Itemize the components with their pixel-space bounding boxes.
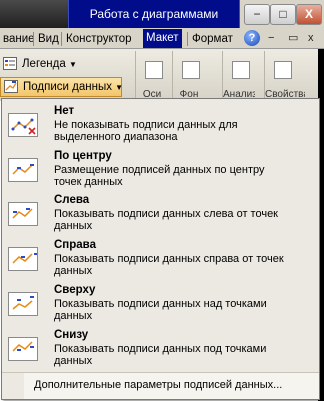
- data-labels-label: Подписи данных: [23, 81, 112, 93]
- ribbon-close-icon[interactable]: x: [308, 30, 314, 46]
- center-labels-icon: [8, 158, 38, 182]
- ribbon-minimize-icon[interactable]: −: [268, 30, 274, 46]
- menu-item-title: Справа: [54, 239, 96, 251]
- background-button[interactable]: Фон: [172, 51, 205, 101]
- help-icon[interactable]: ?: [244, 30, 260, 46]
- maximize-button[interactable]: □: [270, 4, 296, 25]
- analysis-icon: [232, 61, 250, 79]
- analysis-button[interactable]: Анализ: [222, 51, 255, 101]
- properties-icon: [274, 61, 292, 79]
- properties-button[interactable]: Свойства: [264, 51, 305, 101]
- ribbon-restore-icon[interactable]: ▭: [288, 30, 298, 46]
- menu-item-above[interactable]: Сверху Показывать подписи данных над точ…: [2, 280, 319, 324]
- right-labels-icon: [8, 247, 38, 271]
- left-labels-icon: [8, 202, 38, 226]
- menu-item-center[interactable]: По центру Размещение подписей данных по …: [2, 146, 319, 190]
- chart-tools-context-title: Работа с диаграммами: [68, 0, 240, 28]
- menu-item-description: Показывать подписи данных под точками да…: [54, 343, 267, 367]
- legend-icon: [3, 57, 17, 70]
- ribbon-body: Легенда ▼ Подписи данных ▼ Оси Фон Анали…: [0, 49, 324, 101]
- more-options-label: Дополнительные параметры подписей данных…: [34, 379, 283, 391]
- data-labels-menu: Нет Не показывать подписи данных для выд…: [1, 98, 320, 400]
- menu-item-title: Нет: [54, 105, 75, 117]
- tab-separator: [61, 32, 62, 46]
- tab-review[interactable]: вание: [0, 30, 38, 48]
- menu-icon-gutter: [2, 373, 24, 399]
- menu-item-description: Показывать подписи данных слева от точек…: [54, 208, 278, 232]
- legend-button[interactable]: Легенда ▼: [0, 55, 94, 73]
- menu-item-title: Снизу: [54, 329, 89, 341]
- data-labels-icon: [4, 80, 18, 93]
- close-button[interactable]: X: [296, 4, 322, 25]
- more-data-label-options[interactable]: Дополнительные параметры подписей данных…: [2, 372, 319, 399]
- title-bar-left: [0, 0, 68, 28]
- chevron-down-icon: ▼: [115, 83, 124, 92]
- menu-item-title: Слева: [54, 194, 90, 206]
- menu-item-description: Показывать подписи данных справа от точе…: [54, 253, 284, 277]
- background-icon: [182, 61, 200, 79]
- tab-separator: [33, 32, 34, 46]
- minimize-button[interactable]: −: [244, 4, 270, 25]
- menu-item-none[interactable]: Нет Не показывать подписи данных для выд…: [2, 101, 319, 145]
- tab-format[interactable]: Формат: [189, 30, 236, 48]
- tab-view[interactable]: Вид: [35, 30, 62, 48]
- below-labels-icon: [8, 337, 38, 361]
- ribbon-tab-row: вание Вид Конструктор Макет Формат ? − ▭…: [0, 28, 324, 49]
- no-labels-icon: [8, 113, 38, 137]
- tab-design[interactable]: Конструктор: [63, 30, 135, 48]
- data-labels-button[interactable]: Подписи данных ▼: [0, 77, 124, 97]
- menu-item-below[interactable]: Снизу Показывать подписи данных под точк…: [2, 325, 319, 369]
- menu-item-title: По центру: [54, 150, 112, 162]
- legend-label: Легенда: [22, 58, 66, 70]
- axes-button[interactable]: Оси: [135, 51, 168, 101]
- title-bar: Работа с диаграммами − □ X: [0, 0, 324, 28]
- menu-item-description: Размещение подписей данных по центру точ…: [54, 164, 265, 188]
- menu-item-description: Не показывать подписи данных для выделен…: [54, 119, 238, 143]
- menu-item-description: Показывать подписи данных над точками да…: [54, 298, 267, 322]
- axes-icon: [145, 61, 163, 79]
- menu-item-title: Сверху: [54, 284, 96, 296]
- tab-layout[interactable]: Макет: [143, 29, 182, 48]
- above-labels-icon: [8, 292, 38, 316]
- chevron-down-icon: ▼: [68, 60, 77, 69]
- menu-item-left[interactable]: Слева Показывать подписи данных слева от…: [2, 190, 319, 234]
- menu-item-right[interactable]: Справа Показывать подписи данных справа …: [2, 235, 319, 279]
- tab-separator: [187, 32, 188, 46]
